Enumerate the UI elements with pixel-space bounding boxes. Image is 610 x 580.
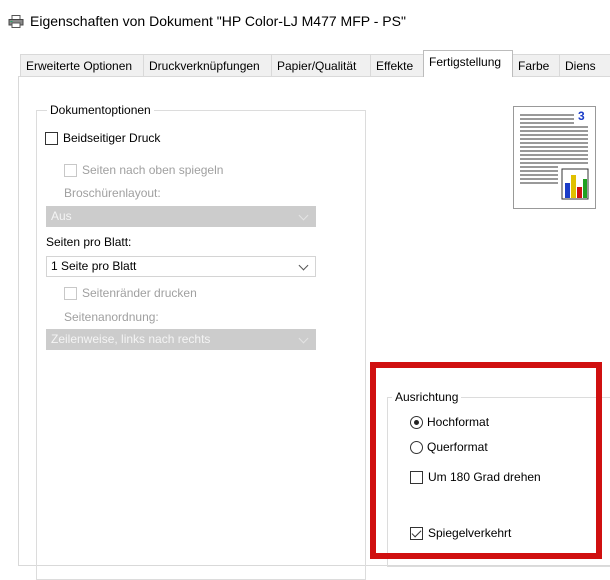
page-order-value: Zeilenweise, links nach rechts [51, 332, 211, 346]
chevron-down-icon [298, 210, 309, 221]
document-options-legend: Dokumentoptionen [47, 103, 154, 117]
title-bar: Eigenschaften von Dokument "HP Color-LJ … [0, 0, 610, 44]
window-title: Eigenschaften von Dokument "HP Color-LJ … [30, 13, 406, 29]
print-borders-label: Seitenränder drucken [82, 286, 197, 300]
tab-druckverknuepfungen[interactable]: Druckverknüpfungen [143, 54, 272, 76]
chevron-down-icon [298, 260, 309, 271]
page-order-select[interactable]: Zeilenweise, links nach rechts [46, 329, 316, 350]
duplex-label: Beidseitiger Druck [63, 131, 161, 145]
tab-farbe[interactable]: Farbe [512, 54, 560, 76]
pages-per-sheet-value: 1 Seite pro Blatt [51, 259, 137, 273]
printer-icon [8, 15, 24, 28]
annotation-highlight [370, 362, 602, 559]
pages-per-sheet-select[interactable]: 1 Seite pro Blatt [46, 256, 316, 277]
mirror-pages-up-checkbox[interactable] [64, 164, 77, 177]
mirror-pages-up-label: Seiten nach oben spiegeln [82, 163, 224, 177]
booklet-value: Aus [51, 209, 72, 223]
tab-effekte[interactable]: Effekte [370, 54, 424, 76]
tab-erweiterte-optionen[interactable]: Erweiterte Optionen [20, 54, 144, 76]
print-borders-checkbox[interactable] [64, 287, 77, 300]
tab-bar: Erweiterte Optionen Druckverknüpfungen P… [0, 50, 610, 77]
tab-dienste[interactable]: Diens [559, 54, 610, 76]
duplex-checkbox[interactable] [45, 132, 58, 145]
pages-per-sheet-label: Seiten pro Blatt: [46, 235, 132, 249]
tab-fertigstellung[interactable]: Fertigstellung [423, 50, 513, 77]
tab-papier-qualitaet[interactable]: Papier/Qualität [271, 54, 371, 76]
page-order-label: Seitenanordnung: [64, 310, 159, 324]
preview-page-number: 3 [578, 109, 585, 123]
page-preview: 3 [513, 106, 596, 209]
booklet-select[interactable]: Aus [46, 206, 316, 227]
booklet-label: Broschürenlayout: [64, 186, 161, 200]
chevron-down-icon [298, 333, 309, 344]
